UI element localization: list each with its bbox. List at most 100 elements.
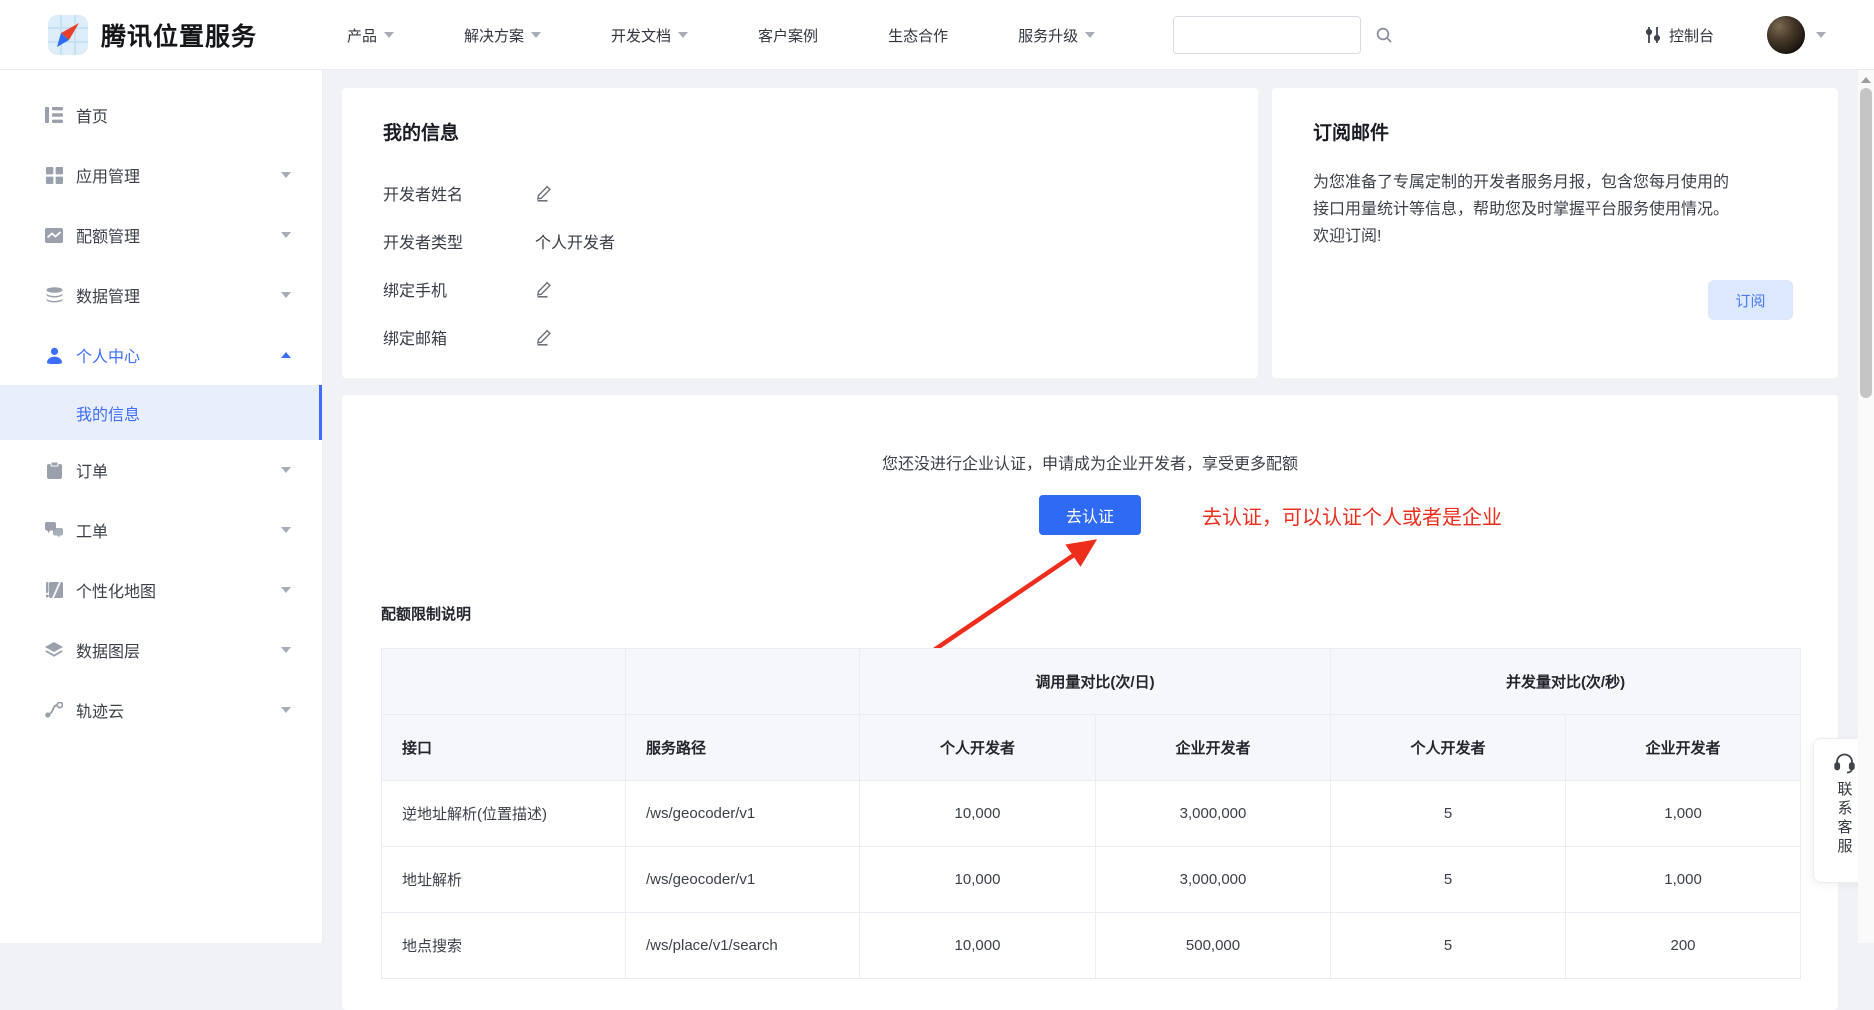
qps-enterprise-cell: 1,000 <box>1566 847 1801 913</box>
subscribe-title: 订阅邮件 <box>1313 118 1797 145</box>
chevron-down-icon <box>281 527 291 533</box>
sidebar-item-orders[interactable]: 订单 <box>0 440 322 500</box>
quota-group-header-row: 调用量对比(次/日) 并发量对比(次/秒) <box>382 649 1801 715</box>
console-link[interactable]: 控制台 <box>1645 0 1714 70</box>
layers-icon <box>44 640 64 660</box>
compass-logo-icon <box>48 15 88 55</box>
database-icon <box>44 285 64 305</box>
api-name-cell: 地址解析 <box>382 847 626 913</box>
chevron-down-icon <box>281 587 291 593</box>
field-label: 开发者姓名 <box>383 181 535 205</box>
ticket-chat-icon <box>44 520 64 540</box>
support-tab-label: 联系客服 <box>1834 781 1855 857</box>
quota-column-header-row: 接口 服务路径 个人开发者 企业开发者 个人开发者 企业开发者 <box>382 715 1801 781</box>
sidebar-item-label: 轨迹云 <box>76 698 124 722</box>
nav-solutions[interactable]: 解决方案 <box>464 25 541 46</box>
home-list-icon <box>44 105 64 125</box>
apps-grid-icon <box>44 165 64 185</box>
go-certify-button[interactable]: 去认证 <box>1039 495 1141 535</box>
sidebar-item-layers[interactable]: 数据图层 <box>0 620 322 680</box>
scroll-up-arrow-icon[interactable] <box>1861 77 1871 83</box>
custom-map-icon <box>44 580 64 600</box>
sidebar-item-quota[interactable]: 配额管理 <box>0 205 322 265</box>
chevron-down-icon <box>531 32 541 38</box>
page-scrollbar[interactable] <box>1858 70 1874 943</box>
field-label: 绑定邮箱 <box>383 325 535 349</box>
headset-icon <box>1833 752 1856 774</box>
chevron-down-icon[interactable] <box>1816 32 1826 38</box>
chevron-down-icon <box>678 32 688 38</box>
call-personal-cell: 10,000 <box>860 781 1096 847</box>
col-header-path: 服务路径 <box>626 715 860 781</box>
my-info-title: 我的信息 <box>383 118 1217 145</box>
sidebar-item-label: 应用管理 <box>76 163 140 187</box>
red-annotation-text: 去认证，可以认证个人或者是企业 <box>1202 501 1502 530</box>
sidebar-item-label: 个人中心 <box>76 343 140 367</box>
quota-section-title: 配额限制说明 <box>381 603 471 624</box>
edit-pencil-icon[interactable] <box>535 185 552 202</box>
col-header-api: 接口 <box>382 715 626 781</box>
sidebar-subitem-label: 我的信息 <box>76 401 140 425</box>
certification-quota-card: 您还没进行企业认证，申请成为企业开发者，享受更多配额 去认证 去认证，可以认证个… <box>342 395 1838 1010</box>
qps-enterprise-cell: 200 <box>1566 913 1801 979</box>
sidebar-subitem-my-info[interactable]: 我的信息 <box>0 385 322 440</box>
nav-upgrade[interactable]: 服务升级 <box>1018 25 1095 46</box>
concurrency-group-header: 并发量对比(次/秒) <box>1331 649 1801 715</box>
sidebar-item-label: 个性化地图 <box>76 578 156 602</box>
quota-chart-icon <box>44 225 64 245</box>
chevron-down-icon <box>281 467 291 473</box>
sidebar-item-label: 工单 <box>76 518 108 542</box>
sidebar-item-personal-center[interactable]: 个人中心 <box>0 325 322 385</box>
sidebar-item-apps[interactable]: 应用管理 <box>0 145 322 205</box>
nav-ecosystem[interactable]: 生态合作 <box>888 25 948 46</box>
col-header-personal: 个人开发者 <box>860 715 1096 781</box>
qps-personal-cell: 5 <box>1331 847 1566 913</box>
chevron-down-icon <box>384 32 394 38</box>
chevron-up-icon <box>281 352 291 358</box>
edit-pencil-icon[interactable] <box>535 281 552 298</box>
field-label: 开发者类型 <box>383 229 535 253</box>
search-icon[interactable] <box>1375 26 1393 44</box>
sidebar-item-track-cloud[interactable]: 轨迹云 <box>0 680 322 740</box>
sidebar-item-custom-map[interactable]: 个性化地图 <box>0 560 322 620</box>
col-header-enterprise: 企业开发者 <box>1566 715 1801 781</box>
sidebar-item-label: 首页 <box>76 103 108 127</box>
chevron-down-icon <box>1085 32 1095 38</box>
search-input[interactable] <box>1174 18 1375 52</box>
qps-personal-cell: 5 <box>1331 781 1566 847</box>
avatar[interactable] <box>1767 16 1805 54</box>
console-sliders-icon <box>1645 26 1661 44</box>
nav-cases[interactable]: 客户案例 <box>758 25 818 46</box>
call-enterprise-cell: 3,000,000 <box>1096 781 1331 847</box>
sidebar-item-data[interactable]: 数据管理 <box>0 265 322 325</box>
brand[interactable]: 腾讯位置服务 <box>48 0 257 70</box>
sidebar-item-home[interactable]: 首页 <box>0 85 322 145</box>
sidebar-item-label: 数据图层 <box>76 638 140 662</box>
field-value: 个人开发者 <box>535 229 615 253</box>
chevron-down-icon <box>281 292 291 298</box>
top-navigation: 产品 解决方案 开发文档 客户案例 生态合作 服务升级 <box>347 0 1095 70</box>
nav-label: 产品 <box>347 25 377 46</box>
sidebar: 首页 应用管理 配额管理 数据管理 <box>0 70 323 943</box>
table-row: 逆地址解析(位置描述) /ws/geocoder/v1 10,000 3,000… <box>382 781 1801 847</box>
nav-label: 生态合作 <box>888 25 948 46</box>
service-path-cell: /ws/geocoder/v1 <box>626 847 860 913</box>
edit-pencil-icon[interactable] <box>535 329 552 346</box>
sidebar-item-label: 数据管理 <box>76 283 140 307</box>
nav-products[interactable]: 产品 <box>347 25 394 46</box>
chevron-down-icon <box>281 232 291 238</box>
chevron-down-icon <box>281 172 291 178</box>
subscribe-button[interactable]: 订阅 <box>1708 280 1793 320</box>
nav-docs[interactable]: 开发文档 <box>611 25 688 46</box>
nav-label: 客户案例 <box>758 25 818 46</box>
track-route-icon <box>44 700 64 720</box>
sidebar-item-tickets[interactable]: 工单 <box>0 500 322 560</box>
subscribe-mail-card: 订阅邮件 为您准备了专属定制的开发者服务月报，包含您每月使用的接口用量统计等信息… <box>1272 88 1838 378</box>
profile-row-email: 绑定邮箱 <box>383 323 1217 351</box>
console-label: 控制台 <box>1669 25 1714 46</box>
my-info-card: 我的信息 开发者姓名 开发者类型 个人开发者 绑定手机 <box>342 88 1258 378</box>
brand-title: 腾讯位置服务 <box>101 17 257 53</box>
sidebar-item-label: 配额管理 <box>76 223 140 247</box>
scrollbar-thumb[interactable] <box>1860 88 1872 398</box>
table-row: 地址解析 /ws/geocoder/v1 10,000 3,000,000 5 … <box>382 847 1801 913</box>
